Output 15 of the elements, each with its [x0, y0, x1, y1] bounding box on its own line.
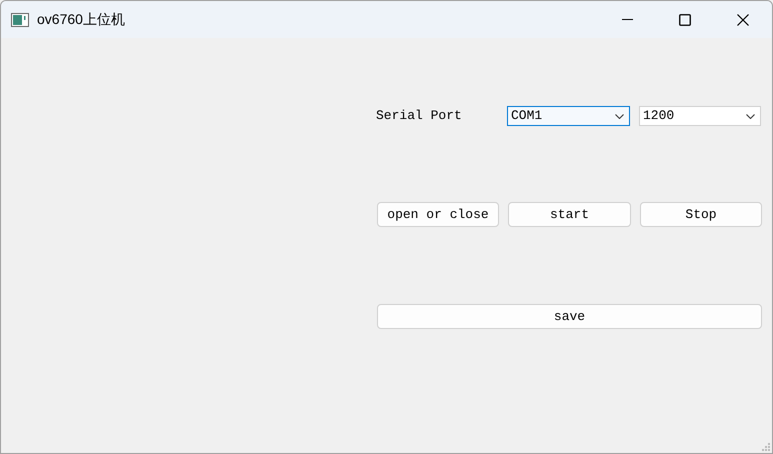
- port-dropdown[interactable]: COM1: [507, 106, 630, 126]
- window-title: ov6760上位机: [37, 10, 125, 29]
- save-button[interactable]: save: [377, 304, 762, 329]
- serial-port-label: Serial Port: [376, 107, 463, 126]
- action-button[interactable]: Stop: [640, 202, 762, 227]
- maximize-icon: [679, 14, 691, 26]
- app-icon: [11, 12, 29, 26]
- minimize-icon: [622, 19, 632, 20]
- baud-rate-dropdown[interactable]: 1200: [639, 106, 761, 126]
- action-button[interactable]: open or close: [377, 202, 499, 227]
- chevron-icon: [615, 114, 624, 118]
- action-button[interactable]: start: [508, 202, 631, 227]
- resize-grip-icon: [762, 443, 770, 451]
- chevron-icon: [746, 114, 755, 118]
- close-icon: [737, 14, 749, 26]
